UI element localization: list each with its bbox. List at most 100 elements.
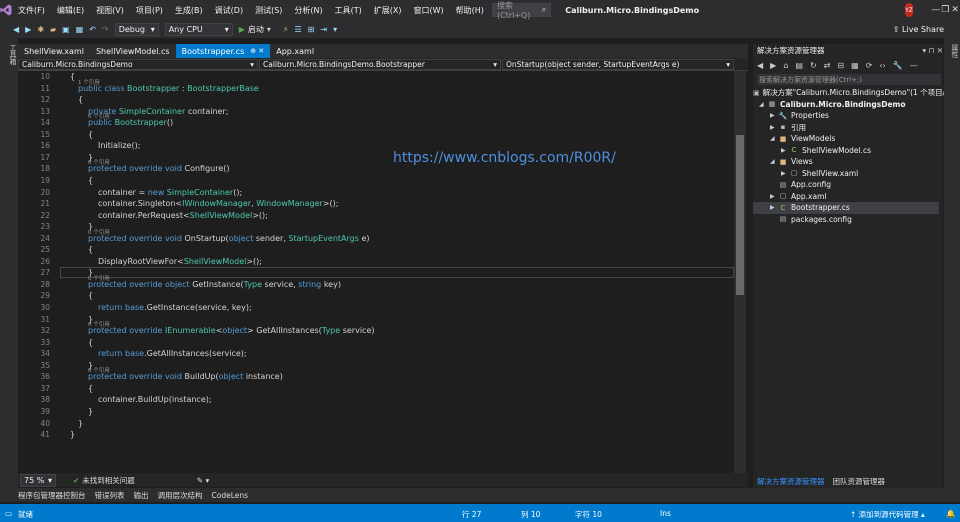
codelens-reference-count[interactable]: 0 个引用: [88, 228, 110, 236]
menu-item[interactable]: 窗口(W): [408, 5, 450, 16]
bottom-tab[interactable]: 错误列表: [95, 490, 125, 501]
code-line[interactable]: {: [70, 72, 75, 81]
search-box[interactable]: 搜索 (Ctrl+Q) ⌕: [491, 1, 552, 20]
forward-icon[interactable]: ▶: [770, 61, 776, 70]
codelens-reference-count[interactable]: 0 个引用: [88, 366, 110, 374]
bottom-tab[interactable]: 程序包管理器控制台: [18, 490, 86, 501]
tree-node[interactable]: ▶ ▢ ShellView.xaml: [753, 168, 939, 180]
codelens-reference-count[interactable]: 1 个引用: [78, 78, 100, 86]
toolbar-overflow-icon[interactable]: ▾: [330, 25, 340, 34]
collapse-all-icon[interactable]: ⊟: [837, 61, 844, 70]
code-line[interactable]: container.PerRequest<ShellViewModel>();: [98, 211, 268, 220]
code-line[interactable]: protected override IEnumerable<object> G…: [88, 326, 375, 335]
home-icon[interactable]: ⌂: [783, 61, 788, 70]
notification-bell-icon[interactable]: 🔔: [946, 509, 955, 518]
tree-node[interactable]: ▶ ▢ App.xaml: [753, 191, 939, 203]
expand-arrow-icon[interactable]: ◢: [770, 135, 778, 142]
expand-arrow-icon[interactable]: ▶: [781, 147, 789, 154]
code-line[interactable]: }: [78, 419, 83, 428]
codelens-reference-count[interactable]: 0 个引用: [88, 320, 110, 328]
tree-node[interactable]: ▶ 🔧 Properties: [753, 110, 939, 122]
code-cleanup-icon[interactable]: ✎ ▾: [197, 476, 209, 485]
scrollbar-thumb[interactable]: [736, 135, 744, 295]
expand-arrow-icon[interactable]: ◢: [770, 158, 778, 165]
code-line[interactable]: container.BuildUp(instance);: [98, 395, 212, 404]
code-editor[interactable]: 10 11 12 13 14 15 16 17 18 19 20 21 22 23 24 25 26 27 28 29…: [18, 71, 748, 473]
member-dropdown[interactable]: OnStartup(object sender, StartupEventArg…: [502, 58, 734, 70]
panel-controls-icon[interactable]: ▾ ⊓ ✕: [922, 46, 943, 55]
expand-arrow-icon[interactable]: ▶: [770, 193, 778, 200]
codelens-reference-count[interactable]: 0 个引用: [88, 158, 110, 166]
code-line[interactable]: container.Singleton<IWindowManager, Wind…: [98, 199, 338, 208]
restore-icon[interactable]: ❐: [941, 5, 951, 15]
expand-arrow-icon[interactable]: ▶: [770, 124, 778, 131]
close-icon[interactable]: ✕: [950, 5, 960, 15]
code-line[interactable]: }: [70, 430, 75, 439]
tab-bootstrapper-cs[interactable]: Bootstrapper.cs ⊕ ✕: [175, 44, 271, 58]
tree-node[interactable]: ◢ ▦ Caliburn.Micro.BindingsDemo: [753, 99, 939, 111]
tree-node[interactable]: ◢ ■ ViewModels: [753, 133, 939, 145]
code-line[interactable]: container = new SimpleContainer();: [98, 188, 242, 197]
code-line[interactable]: {: [88, 291, 93, 300]
forward-icon[interactable]: ▶: [22, 25, 34, 34]
platform-select[interactable]: Any CPU ▾: [164, 22, 233, 36]
configuration-select[interactable]: Debug ▾: [114, 22, 159, 36]
code-line[interactable]: return base.GetAllInstances(service);: [98, 349, 247, 358]
menu-item[interactable]: 文件(F): [12, 5, 51, 16]
back-icon[interactable]: ◀: [757, 61, 763, 70]
code-line[interactable]: DisplayRootViewFor<ShellViewModel>();: [98, 257, 262, 266]
menu-item[interactable]: 工具(T): [329, 5, 368, 16]
pending-changes-icon[interactable]: ↻: [810, 61, 817, 70]
codelens-reference-count[interactable]: 0 个引用: [88, 112, 110, 120]
expand-arrow-icon[interactable]: ◢: [759, 101, 767, 108]
tab-shellview-xaml[interactable]: ShellView.xaml: [18, 44, 90, 58]
issues-status[interactable]: 未找到相关问题: [82, 475, 135, 486]
save-all-icon[interactable]: ▦: [73, 25, 87, 34]
codelens-reference-count[interactable]: 0 个引用: [88, 274, 110, 282]
code-line[interactable]: {: [88, 338, 93, 347]
properties-icon[interactable]: 🔧: [893, 61, 903, 70]
avatar[interactable]: YZ: [905, 3, 913, 17]
code-line[interactable]: {: [88, 176, 93, 185]
code-line[interactable]: return base.GetInstance(service, key);: [98, 303, 252, 312]
menu-item[interactable]: 分析(N): [288, 5, 328, 16]
expand-arrow-icon[interactable]: ▶: [770, 204, 778, 211]
tree-node[interactable]: ▶ C Bootstrapper.cs: [753, 202, 939, 214]
menu-item[interactable]: 项目(P): [130, 5, 169, 16]
minimize-icon[interactable]: —: [931, 5, 941, 15]
tree-node[interactable]: ▣ 解决方案"Caliburn.Micro.BindingsDemo"(1 个项目…: [753, 87, 960, 99]
code-line[interactable]: {: [88, 384, 93, 393]
menu-item[interactable]: 扩展(X): [368, 5, 408, 16]
expand-arrow-icon[interactable]: ▶: [781, 170, 789, 177]
bottom-tab[interactable]: CodeLens: [212, 491, 249, 500]
indent-icon[interactable]: ⇥: [317, 25, 330, 34]
tree-node[interactable]: ▤ packages.config: [753, 214, 939, 226]
menu-item[interactable]: 测试(S): [249, 5, 288, 16]
project-dropdown[interactable]: Caliburn.Micro.BindingsDemo ▾: [18, 58, 258, 70]
expand-arrow-icon[interactable]: ▶: [770, 112, 778, 119]
refresh-icon[interactable]: ⟳: [866, 61, 873, 70]
bookmark-icon[interactable]: ⊞: [305, 25, 318, 34]
menu-item[interactable]: 帮助(H): [450, 5, 490, 16]
code-line[interactable]: }: [88, 407, 93, 416]
code-line[interactable]: {: [88, 130, 93, 139]
code-line[interactable]: protected override void OnStartup(object…: [88, 234, 370, 243]
dropdown-arrow-icon[interactable]: ▾: [264, 25, 274, 34]
explorer-bottom-tab[interactable]: 团队资源管理器: [829, 476, 890, 487]
tree-node[interactable]: ◢ ■ Views: [753, 156, 939, 168]
start-icon[interactable]: ▶: [236, 25, 248, 34]
properties-strip[interactable]: 属性: [944, 38, 960, 488]
close-icon[interactable]: ⊕ ✕: [250, 47, 264, 55]
start-button[interactable]: 启动: [248, 24, 264, 35]
zoom-select[interactable]: 75 % ▾: [20, 473, 56, 487]
undo-icon[interactable]: ↶: [86, 25, 99, 34]
menu-item[interactable]: 生成(B): [169, 5, 209, 16]
code-line[interactable]: {: [88, 245, 93, 254]
menu-item[interactable]: 调试(D): [209, 5, 249, 16]
tab-app-xaml[interactable]: App.xaml: [270, 44, 320, 58]
redo-icon[interactable]: ↷: [99, 25, 112, 34]
tree-node[interactable]: ▶ ▪ 引用: [753, 122, 939, 134]
explorer-bottom-tab[interactable]: 解决方案资源管理器: [753, 476, 829, 487]
code-line[interactable]: protected override object GetInstance(Ty…: [88, 280, 341, 289]
bottom-tab[interactable]: 输出: [134, 490, 149, 501]
